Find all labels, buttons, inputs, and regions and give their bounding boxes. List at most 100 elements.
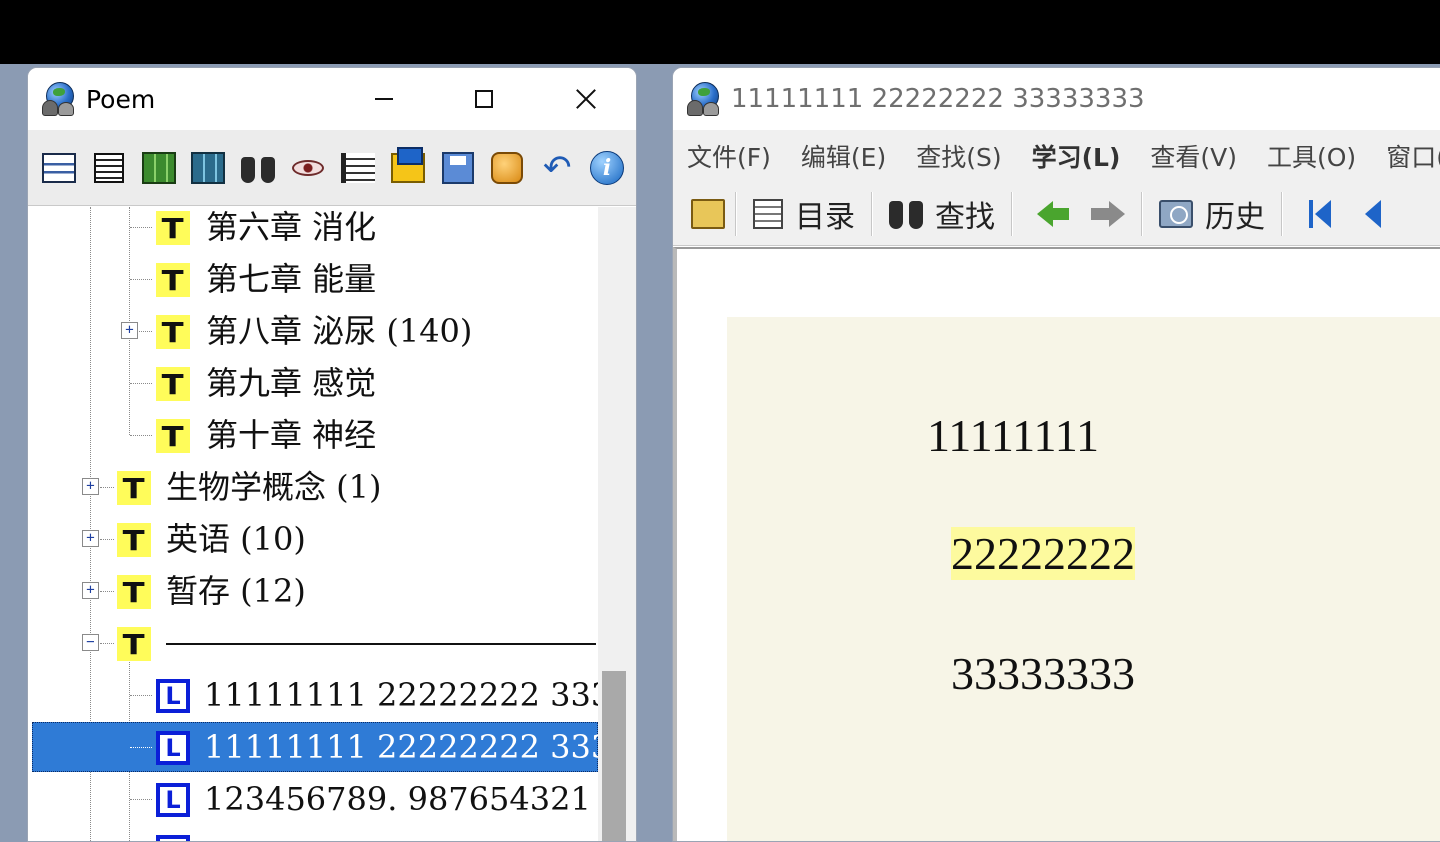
poem-line-3: 33333333 bbox=[951, 648, 1135, 699]
poem-titlebar[interactable]: Poem bbox=[28, 68, 636, 130]
app-globe-icon bbox=[687, 80, 725, 118]
stop-button[interactable] bbox=[488, 149, 526, 187]
expand-toggle[interactable]: + bbox=[82, 478, 99, 495]
tree-node-category[interactable]: + T 暂存 (12) bbox=[28, 567, 598, 619]
tree-node-poem[interactable]: L 11111111 22222222 33333333 bbox=[28, 671, 598, 723]
find-label: 查找 bbox=[935, 199, 995, 235]
tree-icon bbox=[340, 152, 375, 183]
tree-node-label: 123456789. 987654321 bbox=[204, 780, 591, 818]
back-arrow-icon bbox=[1037, 200, 1069, 227]
outline-button[interactable] bbox=[339, 149, 377, 187]
menu-bar: 文件(F) 编辑(E) 查找(S) 学习(L) 查看(V) 工具(O) 窗口( bbox=[673, 130, 1440, 182]
tree-node-category[interactable]: + T 英语 (10) bbox=[28, 515, 598, 567]
app-globe-icon bbox=[42, 80, 80, 118]
list-view-button[interactable] bbox=[40, 149, 78, 187]
books-button[interactable] bbox=[140, 149, 178, 187]
expand-toggle[interactable]: + bbox=[121, 322, 138, 339]
info-button[interactable]: i bbox=[588, 149, 626, 187]
lesson-icon: L bbox=[156, 783, 190, 817]
tree-node-chapter[interactable]: T 第九章 感觉 bbox=[28, 359, 598, 411]
tree-node-label: 第十章 神经 bbox=[206, 416, 377, 454]
previous-page-icon[interactable] bbox=[1365, 199, 1381, 228]
tree-node-poem[interactable]: L 123456789. 987654321 bbox=[28, 775, 598, 827]
collapse-toggle[interactable]: − bbox=[82, 634, 99, 651]
open-folder-button[interactable] bbox=[691, 188, 735, 240]
tree-node-label: 11111111 22222222 33333333 bbox=[204, 728, 598, 766]
tree-view[interactable]: T 第六章 消化 T 第七章 能量 + T 第八章 泌尿 (140) T 第九章… bbox=[28, 207, 598, 841]
tree-node-chapter[interactable]: T 第六章 消化 bbox=[28, 207, 598, 255]
lesson-icon: L bbox=[156, 731, 190, 765]
tree-node-label: 11111111 22222222 33333333 bbox=[204, 676, 598, 714]
find-button[interactable] bbox=[239, 149, 277, 187]
topic-icon: T bbox=[156, 315, 190, 349]
info-icon: i bbox=[590, 150, 625, 185]
swap-button[interactable] bbox=[389, 146, 427, 187]
tree-node-label: 第九章 感觉 bbox=[206, 364, 377, 402]
back-button[interactable] bbox=[1013, 188, 1089, 240]
expand-toggle[interactable]: + bbox=[82, 582, 99, 599]
stop-icon bbox=[491, 151, 524, 184]
forward-button[interactable] bbox=[1089, 188, 1141, 240]
undo-icon: ↶ bbox=[542, 147, 572, 188]
undo-button[interactable]: ↶ bbox=[538, 149, 576, 187]
view-button[interactable] bbox=[289, 149, 327, 187]
maximize-button[interactable] bbox=[434, 68, 534, 130]
tree-scrollbar[interactable] bbox=[598, 207, 636, 841]
window-title: 11111111 22222222 33333333 bbox=[731, 84, 1145, 114]
text-view-button[interactable] bbox=[90, 149, 128, 187]
poem-window: Poem ↶ i T 第六章 消化 T 第七章 能量 + T 第八章 泌尿 (1… bbox=[27, 67, 637, 842]
menu-view[interactable]: 查看(V) bbox=[1150, 138, 1237, 174]
tree-node-category[interactable]: − T bbox=[28, 619, 598, 671]
tree-node-category[interactable]: + T 生物学概念 (1) bbox=[28, 463, 598, 515]
poem-line-2-highlighted: 22222222 bbox=[951, 527, 1135, 580]
menu-window[interactable]: 窗口( bbox=[1386, 138, 1440, 174]
topic-icon: T bbox=[117, 627, 151, 661]
tree-node-poem[interactable]: L bbox=[28, 827, 598, 841]
eye-icon bbox=[292, 159, 325, 176]
menu-tools[interactable]: 工具(O) bbox=[1267, 138, 1356, 174]
history-button[interactable]: 历史 bbox=[1143, 188, 1281, 240]
document-titlebar[interactable]: 11111111 22222222 33333333 bbox=[673, 68, 1440, 130]
history-label: 历史 bbox=[1205, 199, 1265, 235]
lesson-icon: L bbox=[156, 835, 190, 841]
window-title: Poem bbox=[86, 84, 156, 114]
separator-rule bbox=[166, 643, 596, 645]
history-icon bbox=[1159, 199, 1193, 228]
binoculars-icon bbox=[889, 199, 923, 229]
save-button[interactable] bbox=[439, 149, 477, 187]
tree-node-label: 第七章 能量 bbox=[206, 260, 377, 298]
expand-toggle[interactable]: + bbox=[82, 530, 99, 547]
folder-icon bbox=[691, 198, 725, 229]
menu-search[interactable]: 查找(S) bbox=[916, 138, 1001, 174]
topic-icon: T bbox=[156, 419, 190, 453]
poem-line-1: 11111111 bbox=[927, 410, 1100, 461]
document-content[interactable]: 11111111 22222222 33333333 bbox=[673, 247, 1440, 841]
binoculars-icon bbox=[241, 153, 276, 183]
menu-edit[interactable]: 编辑(E) bbox=[801, 138, 886, 174]
find-button[interactable]: 查找 bbox=[873, 188, 1011, 240]
topic-icon: T bbox=[156, 211, 190, 245]
toc-button[interactable]: 目录 bbox=[737, 188, 871, 240]
books-alt-button[interactable] bbox=[189, 149, 227, 187]
poem-toolbar: ↶ i bbox=[28, 130, 636, 206]
minimize-button[interactable] bbox=[334, 68, 434, 130]
first-page-icon bbox=[1309, 199, 1331, 228]
first-page-button[interactable] bbox=[1283, 188, 1397, 240]
tree-node-chapter[interactable]: T 第七章 能量 bbox=[28, 255, 598, 307]
tree-node-label: 第六章 消化 bbox=[206, 208, 377, 246]
minimize-icon bbox=[375, 98, 393, 100]
topic-icon: T bbox=[117, 523, 151, 557]
scrollbar-thumb[interactable] bbox=[602, 671, 626, 841]
tree-node-poem-selected[interactable]: L 11111111 22222222 33333333 bbox=[28, 723, 598, 775]
tree-node-chapter[interactable]: + T 第八章 泌尿 (140) bbox=[28, 307, 598, 359]
tree-node-label: 英语 (10) bbox=[166, 520, 306, 558]
maximize-icon bbox=[475, 90, 493, 108]
topic-icon: T bbox=[117, 471, 151, 505]
menu-learn[interactable]: 学习(L) bbox=[1032, 138, 1121, 174]
save-icon bbox=[441, 151, 474, 184]
tree-node-chapter[interactable]: T 第十章 神经 bbox=[28, 411, 598, 463]
menu-file[interactable]: 文件(F) bbox=[687, 138, 771, 174]
close-button[interactable] bbox=[536, 68, 636, 130]
books-alt-icon bbox=[191, 151, 226, 184]
tree-node-label: 生物学概念 (1) bbox=[166, 468, 382, 506]
